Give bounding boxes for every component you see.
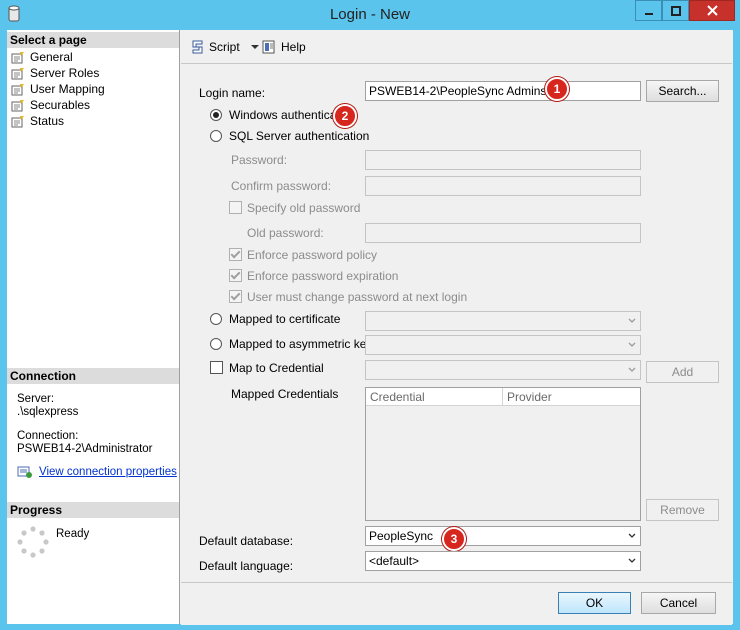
help-button[interactable]: Help: [261, 39, 306, 55]
mapped-certificate-radio[interactable]: [210, 313, 222, 325]
page-item-general[interactable]: General: [11, 49, 73, 65]
connection-header: Connection: [7, 368, 179, 384]
help-icon: [262, 40, 275, 54]
specify-old-password-label: Specify old password: [247, 201, 361, 215]
page-icon: [11, 99, 24, 111]
mapped-asymmetric-key-label: Mapped to asymmetric key: [229, 337, 373, 351]
mapped-certificate-label: Mapped to certificate: [229, 312, 341, 326]
remove-credential-button[interactable]: Remove: [646, 499, 719, 521]
enforce-policy-checkbox[interactable]: [229, 248, 242, 261]
mapped-asymmetric-key-radio[interactable]: [210, 338, 222, 350]
callout-marker-2: 2: [333, 104, 357, 128]
script-icon: [192, 40, 203, 54]
map-to-credential-checkbox[interactable]: [210, 361, 223, 374]
chevron-down-icon: [628, 533, 636, 538]
server-label: Server:: [17, 393, 55, 405]
chevron-down-icon: [628, 342, 636, 347]
add-credential-button[interactable]: Add: [646, 361, 719, 383]
toolbar: Script Help: [181, 31, 732, 64]
certificate-select[interactable]: [365, 311, 641, 331]
script-label: Script: [209, 40, 240, 54]
progress-status: Ready: [56, 528, 90, 540]
default-language-value: <default>: [369, 554, 420, 568]
ok-button[interactable]: OK: [558, 592, 631, 614]
cancel-button[interactable]: Cancel: [641, 592, 716, 614]
page-item-server-roles[interactable]: Server Roles: [11, 65, 99, 81]
page-icon: [11, 115, 24, 127]
connection-properties-icon: [17, 466, 32, 478]
default-database-select[interactable]: PeopleSync: [365, 526, 641, 546]
password-label: Password:: [231, 153, 288, 167]
password-input[interactable]: [365, 150, 641, 170]
grid-header-provider[interactable]: Provider: [503, 388, 640, 406]
close-button[interactable]: [689, 0, 735, 21]
page-icon: [11, 83, 24, 95]
maximize-icon: [670, 5, 681, 16]
maximize-button[interactable]: [662, 0, 689, 21]
page-item-user-mapping[interactable]: User Mapping: [11, 81, 105, 97]
must-change-password-label: User must change password at next login: [247, 290, 468, 304]
page-item-label: General: [30, 50, 73, 64]
enforce-policy-label: Enforce password policy: [247, 248, 378, 262]
chevron-down-icon: [628, 367, 636, 372]
credential-select[interactable]: [365, 360, 641, 380]
page-item-label: Status: [30, 114, 65, 128]
map-to-credential-label: Map to Credential: [229, 361, 324, 375]
chevron-down-icon: [628, 318, 636, 323]
connection-value: PSWEB14-2\Administrator: [17, 443, 153, 455]
progress-spinner-icon: [17, 526, 49, 558]
progress-header: Progress: [7, 502, 179, 518]
dropdown-arrow-icon: [250, 45, 259, 49]
view-connection-properties-link[interactable]: View connection properties: [39, 466, 177, 479]
help-label: Help: [281, 40, 306, 54]
old-password-label: Old password:: [247, 226, 324, 240]
page-item-label: User Mapping: [30, 82, 105, 96]
mapped-credentials-grid[interactable]: Credential Provider: [365, 387, 641, 521]
select-page-header: Select a page: [7, 32, 179, 48]
script-button[interactable]: Script: [190, 39, 260, 55]
specify-old-password-checkbox[interactable]: [229, 201, 242, 214]
callout-marker-3: 3: [442, 527, 466, 551]
server-value: .\sqlexpress: [17, 406, 79, 418]
asymmetric-key-select[interactable]: [365, 335, 641, 355]
enforce-expiration-label: Enforce password expiration: [247, 269, 399, 283]
default-database-value: PeopleSync: [369, 529, 434, 543]
sql-authentication-label: SQL Server authentication: [229, 129, 370, 143]
enforce-expiration-checkbox[interactable]: [229, 269, 242, 282]
old-password-input[interactable]: [365, 223, 641, 243]
default-language-label: Default language:: [199, 559, 294, 573]
login-name-label: Login name:: [199, 86, 266, 100]
sql-authentication-radio[interactable]: [210, 130, 222, 142]
mapped-credentials-label: Mapped Credentials: [231, 387, 339, 401]
page-icon: [11, 51, 24, 63]
left-panel: Select a page General Server Roles User …: [7, 30, 180, 624]
grid-header-credential[interactable]: Credential: [366, 388, 503, 406]
search-button[interactable]: Search...: [646, 80, 719, 102]
must-change-password-checkbox[interactable]: [229, 290, 242, 303]
callout-marker-1: 1: [545, 77, 569, 101]
page-item-label: Securables: [30, 98, 91, 112]
page-item-securables[interactable]: Securables: [11, 97, 90, 113]
minimize-icon: [644, 12, 653, 15]
page-item-label: Server Roles: [30, 66, 100, 80]
view-connection-row: View connection properties: [17, 465, 177, 479]
confirm-password-label: Confirm password:: [231, 179, 332, 193]
close-icon: [706, 5, 718, 16]
page-icon: [11, 67, 24, 79]
minimize-button[interactable]: [635, 0, 662, 21]
windows-authentication-radio[interactable]: [210, 109, 222, 121]
window-title: Login - New: [329, 6, 411, 23]
connection-label: Connection:: [17, 430, 79, 442]
confirm-password-input[interactable]: [365, 176, 641, 196]
page-item-status[interactable]: Status: [11, 113, 64, 129]
default-language-select[interactable]: <default>: [365, 551, 641, 571]
chevron-down-icon: [628, 558, 636, 563]
login-name-input[interactable]: PSWEB14-2\PeopleSync Admins2: [365, 81, 641, 101]
default-database-label: Default database:: [199, 534, 294, 548]
